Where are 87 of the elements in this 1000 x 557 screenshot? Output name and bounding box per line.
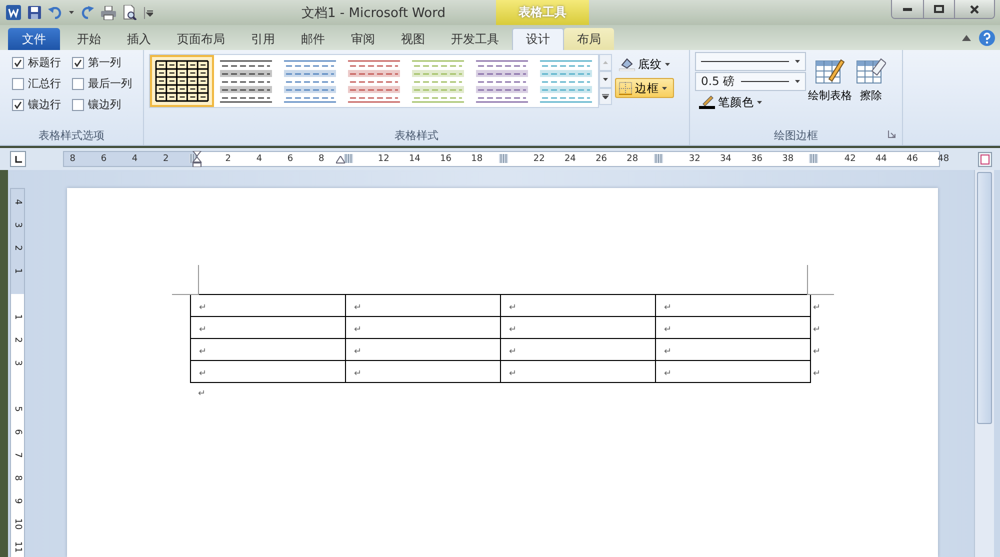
ruler-number: 8 bbox=[70, 153, 76, 166]
ruler-number: 1 bbox=[12, 313, 22, 322]
ruler-number: 6 bbox=[100, 153, 107, 166]
checkbox-label: 最后一列 bbox=[88, 76, 132, 91]
contextual-tab-header: 表格工具 bbox=[496, 0, 589, 25]
pen-color-button[interactable]: 笔颜色 bbox=[695, 92, 806, 112]
ruler-number: 2 bbox=[12, 244, 22, 253]
table-cell[interactable]: ↵ bbox=[500, 294, 656, 316]
checkbox-label: 汇总行 bbox=[28, 76, 61, 91]
row-end-mark: ↵ bbox=[813, 324, 821, 334]
checkbox-label: 标题行 bbox=[28, 55, 61, 70]
table-cell[interactable]: ↵ bbox=[190, 360, 346, 382]
checkbox-label: 第一列 bbox=[88, 55, 121, 70]
checkbox-label: 镶边行 bbox=[28, 97, 61, 112]
ribbon-tab[interactable]: 邮件 bbox=[288, 28, 338, 50]
ruler-number: 32 bbox=[688, 153, 700, 166]
table-cell[interactable]: ↵ bbox=[346, 338, 500, 360]
table-cell[interactable]: ↵ bbox=[500, 338, 656, 360]
ruler-number: 6 bbox=[12, 428, 22, 437]
borders-button[interactable]: 边框 bbox=[615, 78, 674, 98]
ruler-number: 12 bbox=[378, 153, 390, 166]
ribbon-tab[interactable]: 设计 bbox=[512, 28, 564, 50]
table-cell[interactable]: ↵ bbox=[656, 360, 810, 382]
ribbon-tab[interactable]: 审阅 bbox=[338, 28, 388, 50]
shading-button[interactable]: 底纹 bbox=[615, 54, 674, 74]
ruler-number: 11 bbox=[12, 540, 22, 554]
ruler-number: 6 bbox=[287, 153, 294, 166]
ribbon-tab[interactable]: 页面布局 bbox=[164, 28, 238, 50]
ruler-number: 16 bbox=[440, 153, 452, 166]
ruler-number: 5 bbox=[12, 405, 22, 414]
ruler-number: 28 bbox=[626, 153, 638, 166]
ruler-number: 36 bbox=[751, 153, 763, 166]
ribbon-tab[interactable]: 开始 bbox=[64, 28, 114, 50]
checkbox-label: 镶边列 bbox=[88, 97, 121, 112]
line-weight-dropdown[interactable]: 0.5 磅 bbox=[695, 72, 806, 91]
ruler-number: 3 bbox=[12, 359, 22, 368]
draw-table-button[interactable]: 绘制表格 bbox=[806, 54, 854, 125]
ruler-number: 48 bbox=[938, 153, 950, 166]
eraser-button[interactable]: 擦除 bbox=[854, 54, 888, 125]
ruler-number: 2 bbox=[225, 153, 231, 166]
row-end-mark: ↵ bbox=[813, 368, 821, 378]
table-cell[interactable]: ↵ bbox=[656, 338, 810, 360]
table-cell[interactable]: ↵ bbox=[190, 294, 346, 316]
ruler-number: 3 bbox=[12, 221, 22, 230]
ruler-number: 2 bbox=[163, 153, 169, 166]
ribbon-tab[interactable]: 布局 bbox=[564, 28, 614, 50]
ruler-number: 8 bbox=[318, 153, 324, 166]
ribbon-tab[interactable]: 插入 bbox=[114, 28, 164, 50]
ruler-number: 1 bbox=[12, 267, 22, 276]
ruler-number: 42 bbox=[844, 153, 856, 166]
table-cell[interactable]: ↵ bbox=[346, 294, 500, 316]
ribbon-tab[interactable]: 引用 bbox=[238, 28, 288, 50]
ruler-number: 46 bbox=[906, 153, 918, 166]
ruler-number: 7 bbox=[12, 451, 22, 460]
table-cell[interactable]: ↵ bbox=[346, 360, 500, 382]
ruler-number: 14 bbox=[408, 153, 420, 166]
group-label: 表格样式 bbox=[394, 128, 438, 142]
ribbon-tab[interactable]: 文件 bbox=[8, 28, 60, 50]
table-cell[interactable]: ↵ bbox=[656, 316, 810, 338]
table-cell[interactable]: ↵ bbox=[346, 316, 500, 338]
ruler-number: 38 bbox=[782, 153, 794, 166]
paragraph-mark: ↵ bbox=[198, 389, 207, 399]
ruler-number: 34 bbox=[720, 153, 732, 166]
ruler-number: 44 bbox=[875, 153, 887, 166]
ruler-number: 4 bbox=[132, 153, 138, 166]
row-end-mark: ↵ bbox=[813, 302, 821, 312]
window-title: 文档1 - Microsoft Word bbox=[300, 4, 446, 22]
table-cell[interactable]: ↵ bbox=[190, 316, 346, 338]
ribbon-tab[interactable]: 开发工具 bbox=[438, 28, 512, 50]
group-label: 表格样式选项 bbox=[38, 128, 104, 142]
ruler-number: 4 bbox=[256, 153, 262, 166]
ruler-number: 9 bbox=[12, 497, 22, 506]
table-cell[interactable]: ↵ bbox=[500, 316, 656, 338]
ruler-number: 10 bbox=[12, 518, 22, 530]
group-label: 绘图边框 bbox=[774, 128, 818, 142]
ruler-number: 24 bbox=[564, 153, 576, 166]
ruler-number: 26 bbox=[596, 153, 608, 166]
table-cell[interactable]: ↵ bbox=[190, 338, 346, 360]
ribbon-tab[interactable]: 视图 bbox=[388, 28, 438, 50]
ruler-number: 8 bbox=[12, 474, 22, 483]
table-cell[interactable]: ↵ bbox=[500, 360, 656, 382]
ruler-number: 2 bbox=[12, 336, 22, 345]
ruler-number: 18 bbox=[471, 153, 483, 166]
ruler-number: 22 bbox=[533, 153, 545, 166]
row-end-mark: ↵ bbox=[813, 346, 821, 356]
ruler-number: 4 bbox=[12, 198, 22, 207]
table-cell[interactable]: ↵ bbox=[656, 294, 810, 316]
